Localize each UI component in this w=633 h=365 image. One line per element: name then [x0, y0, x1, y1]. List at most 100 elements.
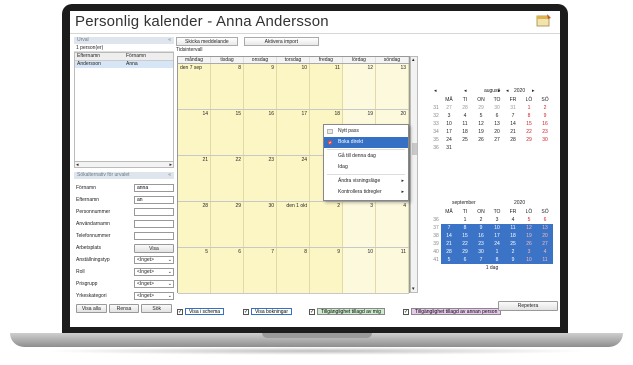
menu-item-goto-day[interactable]: Gå till denna dag — [324, 151, 408, 162]
mini-day[interactable]: 21 — [441, 240, 457, 248]
calendar-day-cell[interactable]: 28 — [178, 202, 211, 247]
legend-show-bookings[interactable]: ✓ Visa bokningar — [243, 308, 292, 315]
mini-day[interactable]: 22 — [521, 128, 537, 136]
person-list[interactable]: Efternamn Förnamn Andersson Anna — [74, 52, 174, 162]
scroll-right-icon[interactable]: ▸ — [169, 162, 172, 168]
show-workplace-button[interactable]: Visa — [134, 243, 174, 253]
calendar-day-cell[interactable]: 8 — [211, 64, 244, 109]
personnummer-input[interactable] — [134, 208, 174, 216]
checkbox-checked-icon[interactable]: ✓ — [309, 308, 315, 315]
calendar-day-cell[interactable]: 12 — [343, 64, 376, 109]
mini-day[interactable] — [489, 144, 505, 152]
mini-day[interactable] — [457, 144, 473, 152]
mini-day[interactable]: 30 — [537, 136, 553, 144]
mini-day[interactable]: 10 — [521, 256, 537, 264]
mini-day[interactable]: 6 — [537, 216, 553, 224]
person-list-hscrollbar[interactable]: ◂ ▸ — [74, 162, 174, 168]
mini-day[interactable]: 21 — [505, 128, 521, 136]
mini-day[interactable]: 11 — [505, 224, 521, 232]
prev-month-small-icon[interactable]: ◂ — [464, 87, 467, 96]
prev-year-icon[interactable]: ◂ — [506, 87, 509, 96]
calendar-day-cell[interactable]: den 1 okt — [277, 202, 310, 247]
mini-day[interactable]: 2 — [473, 216, 489, 224]
mini-day[interactable]: 13 — [489, 120, 505, 128]
mini-day[interactable]: 7 — [505, 112, 521, 120]
mini-day[interactable]: 31 — [505, 104, 521, 112]
calendar-day-cell[interactable]: 5 — [178, 248, 211, 293]
mini-day[interactable]: 30 — [473, 248, 489, 256]
mini-day[interactable]: 22 — [457, 240, 473, 248]
mini-day[interactable]: 8 — [489, 256, 505, 264]
mini-day[interactable]: 28 — [505, 136, 521, 144]
mini-day[interactable]: 18 — [505, 232, 521, 240]
calendar-day-cell[interactable]: den 7 sep — [178, 64, 211, 109]
calendar-day-cell[interactable]: 15 — [211, 110, 244, 155]
scroll-up-icon[interactable]: ▴ — [412, 57, 415, 63]
employment-type-select[interactable]: <Inget> ⌄ — [134, 256, 174, 264]
menu-item-change-view[interactable]: Ändra visningsläge ▸ — [324, 176, 408, 187]
mini-day[interactable]: 11 — [457, 120, 473, 128]
scroll-down-icon[interactable]: ▾ — [412, 286, 415, 292]
calendar-day-cell[interactable]: 2 — [310, 202, 343, 247]
mini-day[interactable]: 1 — [521, 104, 537, 112]
mini-day[interactable]: 15 — [457, 232, 473, 240]
mini-day[interactable]: 31 — [441, 144, 457, 152]
price-group-select[interactable]: <Inget> ⌄ — [134, 280, 174, 288]
checkbox-checked-icon[interactable]: ✓ — [177, 308, 183, 315]
mini-day[interactable]: 8 — [521, 112, 537, 120]
mini-day[interactable]: 3 — [441, 112, 457, 120]
mini-day[interactable]: 27 — [489, 136, 505, 144]
mini-day[interactable]: 3 — [521, 248, 537, 256]
mini-day[interactable]: 2 — [537, 104, 553, 112]
mini-day[interactable]: 14 — [441, 232, 457, 240]
collapse-icon[interactable]: « — [168, 172, 171, 179]
next-year-icon[interactable]: ▸ — [532, 87, 535, 96]
mini-day[interactable]: 16 — [537, 120, 553, 128]
mini-day[interactable]: 10 — [441, 120, 457, 128]
mini-day[interactable]: 1 — [489, 248, 505, 256]
lastname-input[interactable] — [134, 196, 174, 204]
mini-day[interactable]: 7 — [441, 224, 457, 232]
mini-day[interactable]: 12 — [521, 224, 537, 232]
scroll-thumb[interactable] — [412, 143, 417, 155]
mini-day[interactable]: 26 — [521, 240, 537, 248]
mini-day[interactable]: 23 — [537, 128, 553, 136]
calendar-day-cell[interactable]: 29 — [211, 202, 244, 247]
mini-day[interactable]: 11 — [537, 256, 553, 264]
role-select[interactable]: <Inget> ⌄ — [134, 268, 174, 276]
mini-day[interactable]: 16 — [473, 232, 489, 240]
menu-item-today[interactable]: Idag — [324, 162, 408, 173]
mini-day[interactable]: 26 — [473, 136, 489, 144]
mini-day[interactable]: 28 — [441, 248, 457, 256]
calendar-day-cell[interactable]: 10 — [343, 248, 376, 293]
mini-day[interactable]: 27 — [537, 240, 553, 248]
calendar-day-cell[interactable]: 7 — [244, 248, 277, 293]
mini-day[interactable]: 12 — [473, 120, 489, 128]
scroll-left-icon[interactable]: ◂ — [76, 162, 79, 168]
checkbox-checked-icon[interactable]: ✓ — [243, 308, 249, 315]
calendar-day-cell[interactable]: 13 — [376, 64, 409, 109]
calendar-day-cell[interactable]: 30 — [244, 202, 277, 247]
column-header-firstname[interactable]: Förnamn — [124, 53, 173, 60]
next-month-small-icon[interactable]: ▸ — [498, 87, 501, 96]
mini-day[interactable]: 1 — [457, 216, 473, 224]
calendar-day-cell[interactable]: 11 — [310, 64, 343, 109]
profession-select[interactable]: <Inget> ⌄ — [134, 292, 174, 300]
mini-day[interactable]: 25 — [457, 136, 473, 144]
mini-day[interactable]: 14 — [505, 120, 521, 128]
legend-show-schedule[interactable]: ✓ Visa i schema — [177, 308, 225, 315]
calendar-day-cell[interactable]: 24 — [277, 156, 310, 201]
column-header-lastname[interactable]: Efternamn — [75, 53, 124, 60]
calendar-day-cell[interactable]: 14 — [178, 110, 211, 155]
mini-day[interactable] — [473, 144, 489, 152]
mini-day[interactable] — [505, 144, 521, 152]
search-button[interactable]: Sök — [141, 304, 173, 313]
firstname-input[interactable] — [134, 184, 174, 192]
mini-day[interactable]: 9 — [537, 112, 553, 120]
mini-day[interactable]: 29 — [473, 104, 489, 112]
legend-availability-mine[interactable]: ✓ Tillgänglighet tillagd av mig — [309, 308, 385, 315]
calendar-vscrollbar[interactable]: ▴ ▾ — [410, 56, 418, 293]
mini-day[interactable]: 19 — [473, 128, 489, 136]
phone-input[interactable] — [134, 232, 174, 240]
mini-day[interactable]: 17 — [489, 232, 505, 240]
